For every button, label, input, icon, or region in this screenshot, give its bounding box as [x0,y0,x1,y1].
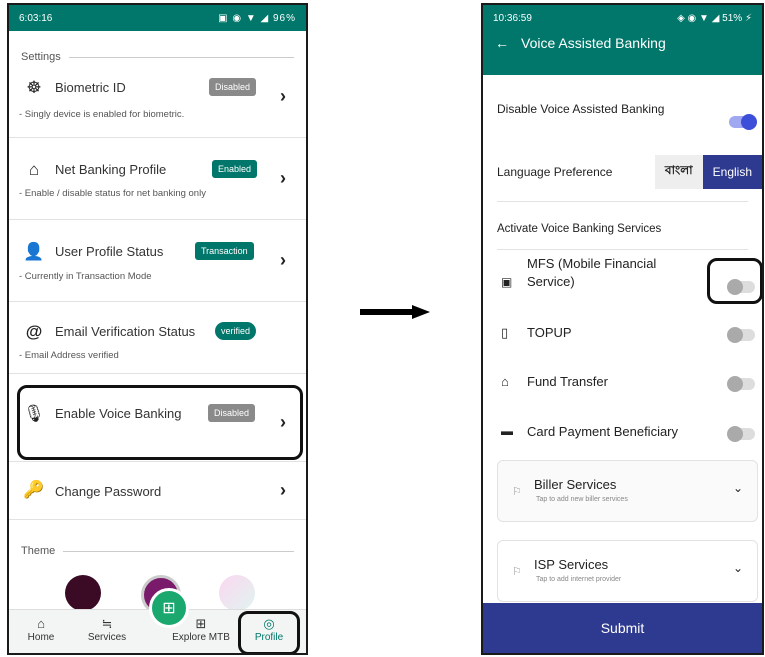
theme-label: Theme [21,545,56,557]
status-icons: ◈ ◉ ▼ ◢ 51% ⚡ [677,12,752,24]
activate-services-label: Activate Voice Banking Services [497,223,662,235]
status-time: 6:03:16 [19,12,53,24]
highlight-voice-banking [17,385,303,460]
biller-services-card[interactable]: ⚐ Biller Services Tap to add new biller … [497,460,758,522]
fingerprint-icon: ☸ [26,78,42,97]
theme-section-header: Theme [9,545,306,557]
language-label: Language Preference [497,165,613,179]
biometric-status-badge: Disabled [209,78,257,96]
email-verification-title: Email Verification Status [55,324,196,339]
user-profile-status-badge: Transaction [195,242,254,260]
net-banking-status-badge: Enabled [212,160,258,178]
user-profile-title: User Profile Status [55,244,164,259]
flow-arrow-icon [360,305,430,319]
biometric-id-title: Biometric ID [55,80,126,95]
chevron-right-icon[interactable]: › [280,86,286,107]
bank-icon: ⌂ [28,160,40,179]
net-banking-title: Net Banking Profile [55,162,167,177]
biometric-id-desc: - Singly device is enabled for biometric… [19,109,185,120]
isp-services-card[interactable]: ⚐ ISP Services Tap to add internet provi… [497,540,758,602]
status-time: 10:36:59 [493,12,532,24]
status-bar: 10:36:59 ◈ ◉ ▼ ◢ 51% ⚡ [483,5,762,31]
isp-subtitle: Tap to add internet provider [536,576,622,583]
user-profile-desc: - Currently in Transaction Mode [19,271,152,282]
user-check-icon: 👤 [23,242,45,261]
user-profile-status-row[interactable]: 👤 User Profile Status Transaction › - Cu… [9,220,306,302]
topup-label: TOPUP [527,325,572,340]
disable-voice-toggle[interactable] [729,114,757,130]
email-verification-desc: - Email Address verified [19,350,119,361]
status-bar: 6:03:16 ▣ ◉ ▼ ◢ 96% [9,5,306,31]
fund-transfer-label: Fund Transfer [527,374,608,389]
voice-banking-screen: 10:36:59 ◈ ◉ ▼ ◢ 51% ⚡ ← Voice Assisted … [481,3,764,655]
isp-title: ISP Services [534,557,609,572]
submit-button[interactable]: Submit [483,603,762,653]
email-verification-badge: verified [215,322,257,340]
net-banking-desc: - Enable / disable status for net bankin… [19,188,206,199]
chevron-right-icon[interactable]: › [280,480,286,501]
chevron-right-icon[interactable]: › [280,250,286,271]
chevron-down-icon[interactable]: ⌄ [733,481,743,495]
nav-explore[interactable]: ⊞ Explore MTB [171,616,231,643]
lang-bangla-option[interactable]: বাংলা [654,155,703,189]
card-payment-label: Card Payment Beneficiary [527,424,679,439]
services-icon: ≒ [101,616,113,631]
theme-light-swatch[interactable] [219,575,255,611]
at-sign-icon: @ [25,322,43,341]
key-icon: 🔑 [23,480,45,499]
email-verification-row[interactable]: @ Email Verification Status verified - E… [9,302,306,374]
chevron-right-icon[interactable]: › [280,168,286,189]
biller-title: Biller Services [534,477,617,492]
page-title: Voice Assisted Banking [521,35,666,51]
biometric-id-row[interactable]: ☸ Biometric ID Disabled › - Singly devic… [9,60,306,138]
theme-dark-swatch[interactable] [65,575,101,611]
biller-subtitle: Tap to add new biller services [536,496,628,503]
topup-icon: ▯ [501,325,509,340]
home-icon: ⌂ [37,616,45,631]
biller-icon: ⚐ [512,486,522,498]
back-arrow-icon[interactable]: ← [495,35,509,51]
mfs-icon: ▣ [501,275,513,289]
change-password-title: Change Password [55,484,162,499]
fund-transfer-toggle[interactable] [727,376,755,392]
nav-home[interactable]: ⌂ Home [11,616,71,643]
change-password-row[interactable]: 🔑 Change Password › [9,462,306,520]
isp-icon: ⚐ [512,566,522,578]
highlight-profile-tab [238,611,300,653]
language-switch: বাংলা English [654,155,762,189]
card-icon: ▬ [501,424,513,438]
disable-voice-label: Disable Voice Assisted Banking [497,102,665,116]
card-payment-toggle[interactable] [727,426,755,442]
status-icons: ▣ ◉ ▼ ◢ 96% [218,12,296,24]
lang-english-option[interactable]: English [702,155,762,189]
profile-settings-screen: 6:03:16 ▣ ◉ ▼ ◢ 96% Settings ☸ Biometric… [7,3,308,655]
bank-icon: ⌂ [501,374,509,389]
chevron-down-icon[interactable]: ⌄ [733,561,743,575]
highlight-mfs-toggle [707,258,762,304]
topup-toggle[interactable] [727,327,755,343]
mfs-service-label: MFS (Mobile Financial Service) [527,256,657,289]
nav-services[interactable]: ≒ Services [77,616,137,643]
grid-icon: ⊞ [195,616,207,631]
app-header: 10:36:59 ◈ ◉ ▼ ◢ 51% ⚡ ← Voice Assisted … [483,5,762,75]
net-banking-profile-row[interactable]: ⌂ Net Banking Profile Enabled › - Enable… [9,138,306,220]
